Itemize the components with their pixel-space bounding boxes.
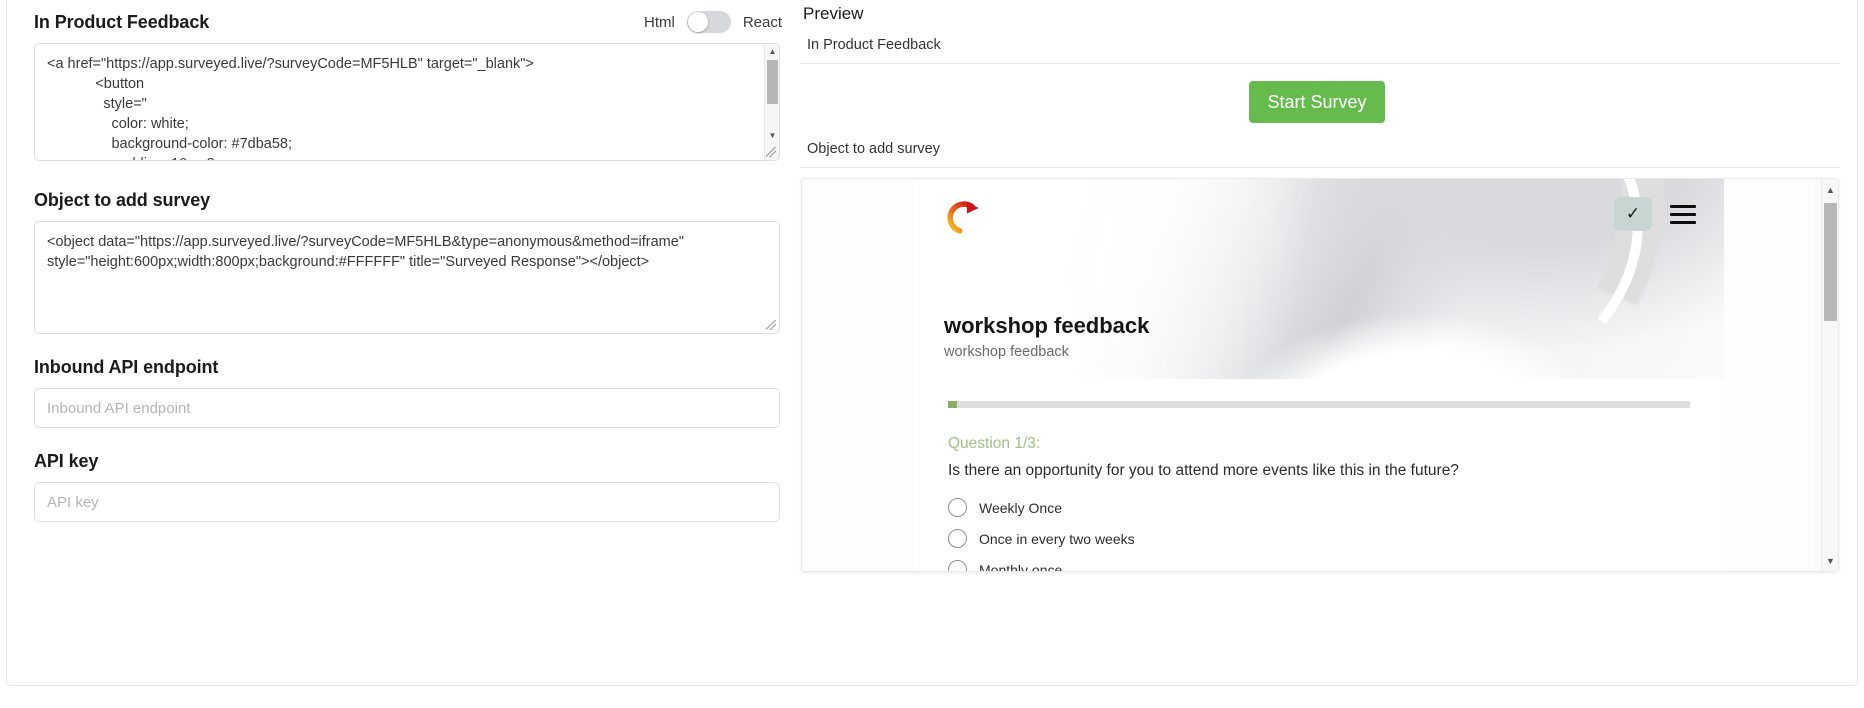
- scroll-down-arrow-icon[interactable]: ▼: [1822, 552, 1839, 569]
- toggle-label-html: Html: [644, 14, 675, 31]
- settings-card: In Product Feedback Html React <a href="…: [6, 0, 1858, 686]
- check-icon[interactable]: ✓: [1614, 197, 1652, 231]
- preview-scrollbar[interactable]: ▲ ▼: [1821, 179, 1838, 571]
- survey-subtitle: workshop feedback: [944, 343, 1149, 361]
- html-field-header: In Product Feedback Html React: [34, 11, 782, 33]
- survey-question-body: Question 1/3: Is there an opportunity fo…: [914, 379, 1724, 571]
- object-snippet-textarea[interactable]: <object data="https://app.surveyed.live/…: [34, 221, 780, 334]
- survey-option-label: Once in every two weeks: [979, 530, 1135, 548]
- preview-column: Preview In Product Feedback Start Survey…: [801, 4, 1841, 572]
- question-counter: Question 1/3:: [948, 434, 1690, 454]
- inbound-api-input[interactable]: [34, 388, 780, 428]
- start-survey-button[interactable]: Start Survey: [1249, 81, 1384, 123]
- html-react-toggle[interactable]: [687, 11, 731, 33]
- object-field-label: Object to add survey: [34, 189, 782, 211]
- survey-option[interactable]: Weekly Once: [948, 498, 1690, 517]
- toggle-label-react: React: [743, 14, 782, 31]
- spacer: [34, 334, 782, 356]
- api-key-label: API key: [34, 450, 782, 472]
- survey-preview-iframe[interactable]: ✓ workshop feedback workshop feedback: [801, 178, 1839, 572]
- preview-html-section-label: In Product Feedback: [807, 36, 1841, 54]
- html-snippet-textarea[interactable]: <a href="https://app.surveyed.live/?surv…: [34, 43, 780, 161]
- survey-stage: ✓ workshop feedback workshop feedback: [914, 179, 1724, 571]
- scroll-down-arrow-icon[interactable]: ▼: [765, 128, 780, 143]
- survey-option-label: Monthly once: [979, 561, 1062, 572]
- start-survey-button-row: Start Survey: [801, 64, 1841, 140]
- resize-grip-icon[interactable]: [764, 318, 778, 332]
- resize-grip-icon[interactable]: [764, 145, 778, 159]
- survey-header-actions: ✓: [1614, 197, 1696, 231]
- html-snippet-scrollbar[interactable]: ▲ ▼: [764, 44, 779, 160]
- survey-title: workshop feedback: [944, 313, 1149, 339]
- toggle-knob: [688, 12, 708, 32]
- scroll-up-arrow-icon[interactable]: ▲: [1822, 181, 1839, 198]
- section-divider: [801, 167, 1839, 168]
- spacer: [34, 428, 782, 450]
- spacer: [34, 161, 782, 189]
- question-text: Is there an opportunity for you to atten…: [948, 460, 1578, 481]
- survey-option[interactable]: Once in every two weeks: [948, 529, 1690, 548]
- radio-icon[interactable]: [948, 560, 967, 571]
- api-key-input[interactable]: [34, 482, 780, 522]
- survey-heading-block: workshop feedback workshop feedback: [944, 313, 1149, 361]
- survey-progress-fill: [948, 401, 957, 408]
- hamburger-menu-icon[interactable]: [1670, 205, 1696, 224]
- survey-progress-bar: [948, 401, 1690, 408]
- survey-option[interactable]: Monthly once: [948, 560, 1690, 571]
- radio-icon[interactable]: [948, 529, 967, 548]
- surveyed-logo-icon: [944, 197, 988, 241]
- scroll-up-arrow-icon[interactable]: ▲: [765, 44, 780, 59]
- scrollbar-thumb[interactable]: [1824, 203, 1837, 321]
- survey-banner-image: ✓ workshop feedback workshop feedback: [914, 179, 1724, 379]
- inbound-api-label: Inbound API endpoint: [34, 356, 782, 378]
- html-snippet-text[interactable]: <a href="https://app.surveyed.live/?surv…: [35, 44, 779, 160]
- preview-object-section-label: Object to add survey: [807, 140, 1841, 158]
- embed-config-column: In Product Feedback Html React <a href="…: [34, 11, 782, 522]
- survey-option-label: Weekly Once: [979, 499, 1062, 517]
- scrollbar-thumb[interactable]: [767, 60, 778, 104]
- html-react-toggle-group[interactable]: Html React: [644, 11, 782, 33]
- object-snippet-text[interactable]: <object data="https://app.surveyed.live/…: [35, 222, 779, 333]
- preview-heading: Preview: [803, 4, 1841, 24]
- html-field-label: In Product Feedback: [34, 11, 209, 33]
- radio-icon[interactable]: [948, 498, 967, 517]
